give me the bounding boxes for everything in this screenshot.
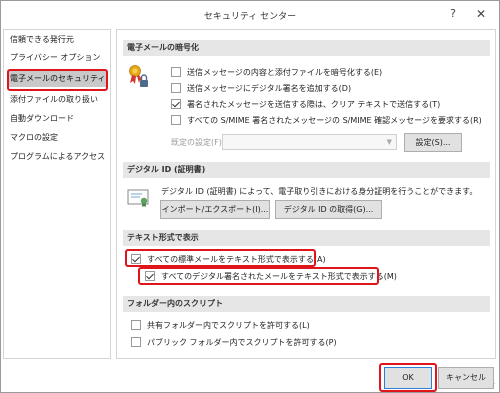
certificate-icon (127, 189, 149, 207)
checkbox-allow-script-shared-folders[interactable] (131, 320, 141, 330)
option-allow-script-shared-folders[interactable]: 共有フォルダー内でスクリプトを許可する(L) (131, 320, 310, 333)
ok-button[interactable]: OK (384, 367, 432, 389)
option-request-smime-receipt[interactable]: すべての S/MIME 署名されたメッセージの S/MIME 確認メッセージを要… (171, 115, 482, 128)
selection-highlight-box (7, 69, 108, 91)
option-send-clear-text[interactable]: 署名されたメッセージを送信する際は、クリア テキストで送信する(T) (171, 99, 440, 112)
trust-center-dialog: セキュリティ センター ? ✕ 信頼できる発行元 プライバシー オプション 電子… (0, 0, 500, 393)
cancel-button[interactable]: キャンセル (438, 367, 494, 389)
option-allow-script-public-folders-label: パブリック フォルダー内でスクリプトを許可する(P) (147, 338, 337, 347)
sidebar: 信頼できる発行元 プライバシー オプション 電子メールのセキュリティ 添付ファイ… (3, 29, 111, 359)
option-allow-script-public-folders[interactable]: パブリック フォルダー内でスクリプトを許可する(P) (131, 337, 337, 350)
title-bar: セキュリティ センター ? ✕ (1, 1, 499, 28)
import-export-button[interactable]: インポート/エクスポート(I)... (160, 200, 270, 219)
close-button[interactable]: ✕ (469, 4, 493, 24)
digital-id-description: デジタル ID (証明書) によって、電子取り引きにおける身分証明を行うことがで… (161, 187, 478, 196)
chevron-down-icon: ▼ (386, 138, 392, 146)
window-title: セキュリティ センター (203, 12, 297, 22)
checkbox-encrypt-content[interactable] (171, 67, 181, 77)
settings-button[interactable]: 設定(S)... (404, 133, 462, 152)
main-panel: 電子メールの暗号化 送信メッセージの内容と添付ファイルを暗号化する(E) 送信メ… (116, 29, 496, 359)
option-encrypt-content-label: 送信メッセージの内容と添付ファイルを暗号化する(E) (187, 68, 383, 77)
checkbox-add-digital-signature[interactable] (171, 83, 181, 93)
section-header-folder-script: フォルダー内のスクリプト (123, 296, 490, 312)
checkbox-request-smime-receipt[interactable] (171, 115, 181, 125)
section-header-encryption: 電子メールの暗号化 (123, 40, 490, 56)
checkbox-read-all-as-plain-text[interactable] (131, 254, 141, 264)
checkbox-read-signed-as-plain-text[interactable] (145, 271, 155, 281)
section-header-digital-id: デジタル ID (証明書) (123, 162, 490, 178)
option-request-smime-receipt-label: すべての S/MIME 署名されたメッセージの S/MIME 確認メッセージを要… (187, 116, 482, 125)
option-add-digital-signature-label: 送信メッセージにデジタル署名を追加する(D) (187, 84, 352, 93)
option-read-signed-as-plain-text[interactable]: すべてのデジタル署名されたメールをテキスト形式で表示する(M) (145, 271, 397, 284)
get-digital-id-button[interactable]: デジタル ID の取得(G)... (275, 200, 382, 219)
resize-grip-icon[interactable]: ⋰ (489, 382, 496, 390)
option-read-all-as-plain-text-label: すべての標準メールをテキスト形式で表示する(A) (147, 255, 326, 264)
checkbox-send-clear-text[interactable] (171, 99, 181, 109)
sidebar-item-privacy-options[interactable]: プライバシー オプション (10, 50, 100, 66)
sidebar-item-programmatic-access[interactable]: プログラムによるアクセス (10, 149, 105, 165)
option-read-signed-as-plain-text-label: すべてのデジタル署名されたメールをテキスト形式で表示する(M) (161, 272, 397, 281)
default-setting-select[interactable]: ▼ (222, 134, 397, 150)
option-encrypt-content[interactable]: 送信メッセージの内容と添付ファイルを暗号化する(E) (171, 67, 382, 80)
checkbox-allow-script-public-folders[interactable] (131, 337, 141, 347)
help-button[interactable]: ? (441, 4, 465, 24)
sidebar-item-attachment-handling[interactable]: 添付ファイルの取り扱い (10, 92, 98, 108)
sidebar-item-trusted-publishers[interactable]: 信頼できる発行元 (10, 32, 74, 48)
certificate-lock-icon (129, 65, 148, 87)
sidebar-item-automatic-download[interactable]: 自動ダウンロード (10, 111, 74, 127)
sidebar-item-macro-settings[interactable]: マクロの設定 (10, 130, 58, 146)
option-read-all-as-plain-text[interactable]: すべての標準メールをテキスト形式で表示する(A) (131, 254, 326, 267)
option-send-clear-text-label: 署名されたメッセージを送信する際は、クリア テキストで送信する(T) (187, 100, 441, 109)
default-setting-label: 既定の設定(F): (171, 138, 225, 147)
option-add-digital-signature[interactable]: 送信メッセージにデジタル署名を追加する(D) (171, 83, 351, 96)
option-allow-script-shared-folders-label: 共有フォルダー内でスクリプトを許可する(L) (147, 321, 310, 330)
section-header-plain-text: テキスト形式で表示 (123, 230, 490, 246)
